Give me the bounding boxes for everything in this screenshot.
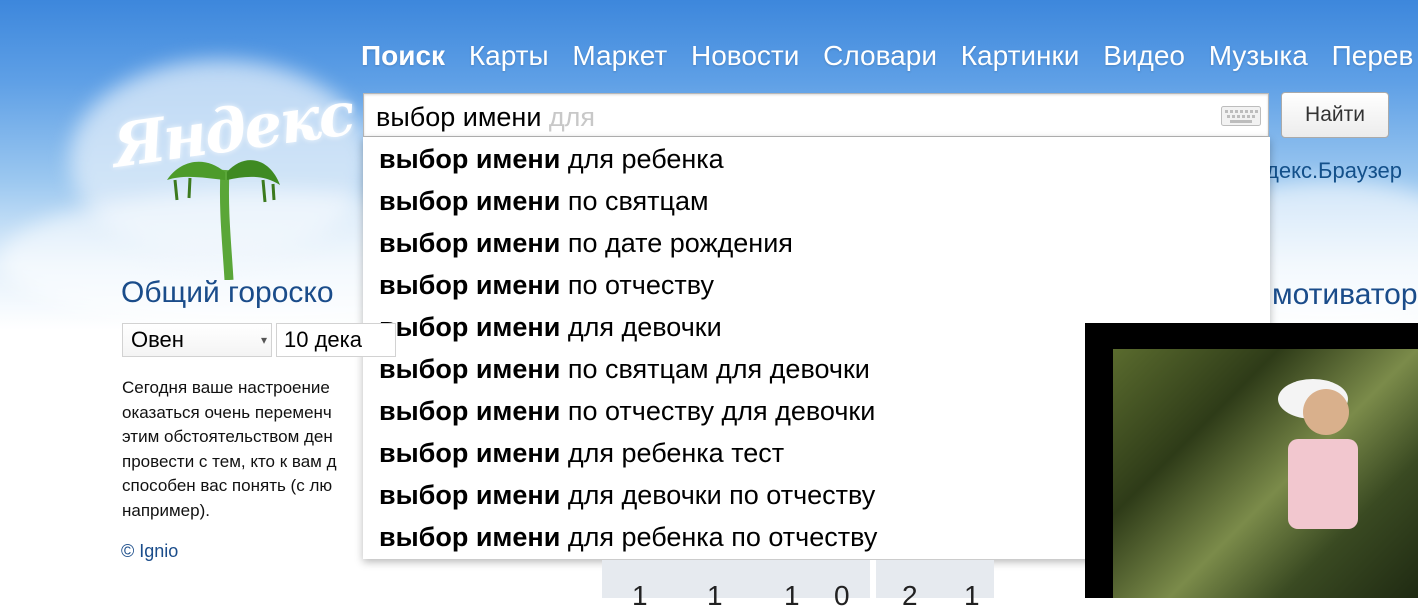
head-shape — [1303, 389, 1349, 435]
suggestion-rest: для девочки — [560, 312, 722, 342]
nav-item-dictionaries[interactable]: Словари — [823, 40, 937, 71]
suggestion-item[interactable]: выбор имени для ребенка — [363, 137, 1270, 179]
suggestion-item[interactable]: выбор имени по святцам — [363, 179, 1270, 221]
suggestion-rest: по святцам для девочки — [560, 354, 870, 384]
suggestion-bold: выбор имени — [379, 312, 561, 342]
zodiac-sign-value: Овен — [131, 327, 184, 352]
nav-item-images[interactable]: Картинки — [961, 40, 1080, 71]
nav-item-maps[interactable]: Карты — [469, 40, 549, 71]
sprout-logo-icon — [167, 160, 280, 280]
suggestion-item[interactable]: выбор имени по отчеству — [363, 263, 1270, 305]
suggestion-rest: для ребенка тест — [560, 438, 785, 468]
search-query: выбор имени — [376, 102, 542, 132]
suggestion-bold: выбор имени — [379, 228, 561, 258]
zodiac-sign-select[interactable]: Овен ▾ — [122, 323, 272, 357]
suggestion-item[interactable]: выбор имени по дате рождения — [363, 221, 1270, 263]
search-autocomplete-hint: для — [548, 102, 596, 132]
suggestion-bold: выбор имени — [379, 270, 561, 300]
nav-item-video[interactable]: Видео — [1103, 40, 1185, 71]
suggestion-rest: для ребенка — [560, 144, 724, 174]
suggestion-bold: выбор имени — [379, 354, 561, 384]
horoscope-line: провести с тем, кто к вам д — [122, 451, 337, 471]
browser-link[interactable]: декс.Браузер — [1266, 158, 1402, 184]
horoscope-line: этим обстоятельством ден — [122, 427, 333, 446]
motivator-photo — [1113, 349, 1418, 598]
number-digit: 1 — [632, 580, 648, 611]
suggestion-rest: по отчеству для девочки — [560, 396, 876, 426]
horoscope-line: оказаться очень переменч — [122, 402, 332, 422]
suggestion-bold: выбор имени — [379, 396, 561, 426]
suggestion-rest: для девочки по отчеству — [560, 480, 876, 510]
suggestion-rest: по отчеству — [560, 270, 714, 300]
nav-item-translate[interactable]: Перев — [1332, 40, 1414, 71]
horoscope-line: способен вас понять (с лю — [122, 476, 333, 495]
motivator-title: мотиватор — [1272, 278, 1418, 311]
nav-item-news[interactable]: Новости — [691, 40, 799, 71]
nav-item-music[interactable]: Музыка — [1209, 40, 1308, 71]
number-digit: 1 — [784, 580, 800, 611]
top-navigation: Поиск Карты Маркет Новости Словари Карти… — [361, 40, 1418, 72]
suggestion-bold: выбор имени — [379, 522, 561, 552]
nav-item-market[interactable]: Маркет — [572, 40, 667, 71]
date-select[interactable]: 10 дека — [276, 323, 396, 357]
horoscope-title: Общий гороско — [121, 276, 334, 309]
number-digit: 2 — [902, 580, 918, 611]
search-button[interactable]: Найти — [1281, 92, 1389, 138]
search-input-text[interactable]: выбор имени для — [376, 102, 595, 133]
body-shape — [1288, 439, 1358, 529]
number-digit: 1 — [707, 580, 723, 611]
ignio-credit-link[interactable]: © Ignio — [121, 541, 178, 562]
suggestion-rest: по дате рождения — [560, 228, 793, 258]
nav-item-search[interactable]: Поиск — [361, 40, 445, 71]
number-widget: 1 1 1 0 2 1 — [602, 560, 994, 611]
horoscope-text: Сегодня ваше настроение оказаться очень … — [122, 376, 362, 523]
number-digit: 0 — [834, 580, 850, 611]
motivator-image[interactable] — [1085, 323, 1418, 598]
suggestion-bold: выбор имени — [379, 480, 561, 510]
number-digit: 1 — [964, 580, 980, 611]
suggestion-bold: выбор имени — [379, 144, 561, 174]
suggestion-bold: выбор имени — [379, 438, 561, 468]
divider — [870, 560, 876, 598]
chevron-down-icon: ▾ — [260, 333, 267, 347]
horoscope-line: Сегодня ваше настроение — [122, 378, 330, 397]
suggestion-rest: для ребенка по отчеству — [560, 522, 878, 552]
search-input[interactable]: выбор имени для — [363, 93, 1269, 137]
suggestion-bold: выбор имени — [379, 186, 561, 216]
keyboard-icon[interactable] — [1221, 106, 1261, 126]
horoscope-line: например). — [122, 500, 210, 520]
suggestion-rest: по святцам — [560, 186, 709, 216]
